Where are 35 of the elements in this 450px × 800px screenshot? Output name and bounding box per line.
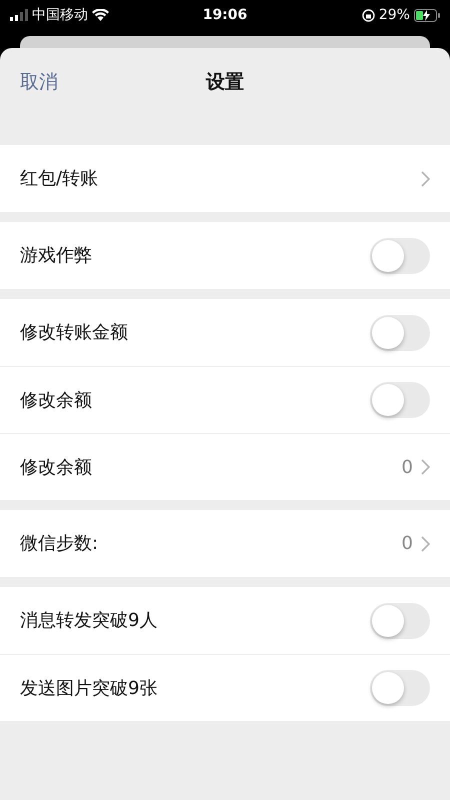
settings-row[interactable]: 游戏作弊 [0,222,450,289]
row-label: 红包/转账 [20,167,100,191]
toggle-switch[interactable] [370,238,430,274]
row-value: 0 [402,532,413,556]
settings-row[interactable]: 红包/转账 [0,145,450,212]
signal-icon [10,9,28,21]
settings-row[interactable]: 修改余额 [0,366,450,433]
chevron-icon [421,170,430,186]
sheet-title: 设置 [206,70,244,95]
settings-row[interactable]: 微信步数: 0 [0,510,450,577]
battery-icon [414,8,440,22]
row-label: 发送图片突破9张 [20,676,158,700]
rotation-lock-icon [362,8,375,22]
row-label: 修改转账金额 [20,321,129,345]
toggle-switch[interactable] [370,314,430,350]
toggle-switch[interactable] [370,602,430,638]
row-label: 修改余额 [20,388,93,412]
clock-time: 19:06 [202,6,248,24]
settings-row[interactable]: 修改转账金额 [0,299,450,366]
cancel-button[interactable]: 取消 [20,68,58,96]
toggle-switch[interactable] [370,670,430,706]
row-label: 游戏作弊 [20,244,93,268]
chevron-icon [421,459,430,475]
battery-percent: 29% [378,6,410,24]
chevron-icon [421,536,430,552]
toggle-switch[interactable] [370,382,430,418]
row-value: 0 [402,456,413,480]
row-label: 消息转发突破9人 [20,609,158,633]
settings-row[interactable]: 发送图片突破9张 [0,654,450,721]
row-label: 修改余额 [20,456,93,480]
wifi-icon [92,9,109,21]
row-label: 微信步数: [20,532,100,556]
settings-row[interactable]: 消息转发突破9人 [0,587,450,654]
carrier-name: 中国移动 [32,6,88,24]
settings-row[interactable]: 修改余额 0 [0,433,450,500]
